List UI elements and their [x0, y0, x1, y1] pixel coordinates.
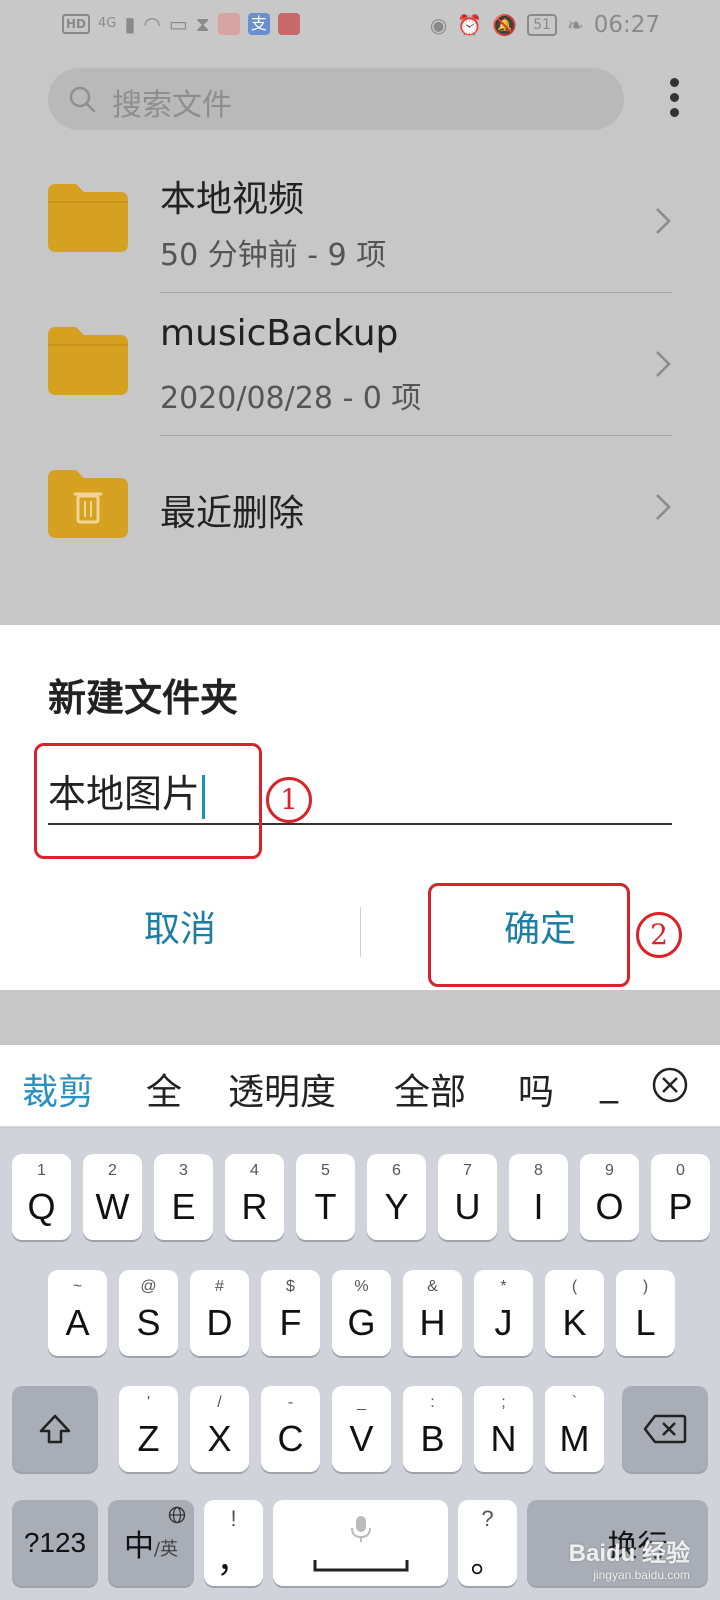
- folder-item-recently-deleted[interactable]: 最近删除: [0, 436, 720, 579]
- folder-list: 本地视频 50 分钟前 - 9 项 musicBackup 2020/08/28…: [0, 150, 720, 579]
- key-e[interactable]: 3E: [154, 1154, 213, 1240]
- key-i[interactable]: 8I: [509, 1154, 568, 1240]
- folder-icon: [48, 184, 128, 252]
- status-left-icons: HD 4G ▮ ◠ ▭ ⧗ 支: [62, 12, 300, 36]
- key-y[interactable]: 6Y: [367, 1154, 426, 1240]
- dialog-title: 新建文件夹: [48, 676, 239, 720]
- candidate-word[interactable]: 全: [146, 1063, 182, 1115]
- key-w[interactable]: 2W: [83, 1154, 142, 1240]
- key-b[interactable]: :B: [403, 1386, 462, 1472]
- folder-item-music-backup[interactable]: musicBackup 2020/08/28 - 0 项: [0, 293, 720, 436]
- key-f[interactable]: $ F: [261, 1270, 320, 1356]
- shift-icon: [39, 1414, 71, 1444]
- backspace-icon: [643, 1414, 687, 1444]
- comma-key[interactable]: ! ，: [204, 1500, 263, 1586]
- backspace-key[interactable]: [622, 1386, 708, 1472]
- eye-icon: ◉: [429, 13, 448, 37]
- search-icon: [69, 86, 96, 113]
- battery-icon: 51: [527, 14, 557, 36]
- chevron-right-icon: [656, 351, 671, 377]
- folder-meta: 2020/08/28 - 0 项: [160, 381, 422, 416]
- folder-item-local-video[interactable]: 本地视频 50 分钟前 - 9 项: [0, 150, 720, 293]
- sina-app-icon: [217, 13, 240, 35]
- key-s[interactable]: @ S: [119, 1270, 178, 1356]
- network-type: 4G: [98, 16, 117, 31]
- chevron-right-icon: [656, 494, 671, 520]
- status-bar: HD 4G ▮ ◠ ▭ ⧗ 支 ◉ ⏰ 🔕 51 ❧ 06:27: [0, 0, 720, 52]
- key-x[interactable]: / X: [190, 1386, 249, 1472]
- period-key[interactable]: ? 。: [458, 1500, 517, 1586]
- key-c[interactable]: -C: [261, 1386, 320, 1472]
- folder-icon: [48, 327, 128, 395]
- search-input[interactable]: 搜索文件: [112, 80, 232, 124]
- key-z[interactable]: ' Z: [119, 1386, 178, 1472]
- space-bar-icon: [313, 1560, 409, 1572]
- clock: 06:27: [593, 12, 660, 38]
- key-o[interactable]: 9O: [580, 1154, 639, 1240]
- more-options-icon[interactable]: [668, 78, 680, 118]
- shift-key[interactable]: [12, 1386, 98, 1472]
- folder-name: musicBackup: [160, 313, 399, 354]
- alarm-icon: ⏰: [457, 13, 483, 37]
- new-folder-dialog: 新建文件夹 本地图片 1 取消 确定 2: [0, 625, 720, 990]
- soft-keyboard: 1Q 2W 3E 4R 5T 6Y 7U 8I 9O 0P ~ A @ S # D $…: [0, 1128, 720, 1600]
- hourglass-icon: ⧗: [195, 12, 210, 36]
- key-n[interactable]: ; N: [474, 1386, 533, 1472]
- baidu-watermark: Baidu 经验 jingyan.baidu.com: [568, 1540, 690, 1582]
- key-p[interactable]: 0P: [651, 1154, 710, 1240]
- dim-overlay: [0, 990, 720, 1045]
- ime-candidate-bar: 裁剪 全 透明度 全部 吗 _: [0, 1045, 720, 1127]
- key-m[interactable]: ` M: [545, 1386, 604, 1472]
- annotation-box-input: [34, 743, 262, 859]
- key-r[interactable]: 4R: [225, 1154, 284, 1240]
- folder-name: 本地视频: [160, 179, 305, 220]
- key-q[interactable]: 1Q: [12, 1154, 71, 1240]
- microphone-icon: [351, 1516, 371, 1542]
- message-icon: ▭: [168, 12, 188, 36]
- annotation-number-1: 1: [266, 777, 312, 823]
- cancel-button[interactable]: 取消: [0, 885, 360, 975]
- candidate-word[interactable]: 吗: [518, 1063, 554, 1115]
- language-switch-key[interactable]: 中/英: [108, 1500, 194, 1586]
- trash-folder-icon: [48, 470, 128, 538]
- key-d[interactable]: # D: [190, 1270, 249, 1356]
- close-candidates-icon[interactable]: [650, 1065, 690, 1105]
- mute-icon: 🔕: [492, 13, 518, 37]
- chevron-right-icon: [656, 208, 671, 234]
- candidate-word[interactable]: 裁剪: [22, 1063, 94, 1115]
- key-h[interactable]: & H: [403, 1270, 462, 1356]
- annotation-box-confirm: [428, 883, 630, 987]
- candidate-word[interactable]: 透明度: [228, 1063, 336, 1115]
- folder-name: 最近删除: [160, 493, 305, 534]
- key-l[interactable]: ) L: [616, 1270, 675, 1356]
- key-t[interactable]: 5T: [296, 1154, 355, 1240]
- signal-icon: ▮: [124, 12, 136, 36]
- candidate-word[interactable]: 全部: [394, 1063, 466, 1115]
- key-k[interactable]: (K: [545, 1270, 604, 1356]
- huawei-app-icon: [277, 13, 300, 35]
- hd-icon: HD: [62, 14, 91, 34]
- key-v[interactable]: _ V: [332, 1386, 391, 1472]
- key-g[interactable]: % G: [332, 1270, 391, 1356]
- key-a[interactable]: ~ A: [48, 1270, 107, 1356]
- folder-meta: 50 分钟前 - 9 项: [160, 238, 387, 273]
- key-j[interactable]: * J: [474, 1270, 533, 1356]
- key-u[interactable]: 7U: [438, 1154, 497, 1240]
- status-right-icons: ◉ ⏰ 🔕 51 ❧ 06:27: [430, 12, 660, 38]
- leaf-icon: ❧: [566, 13, 584, 37]
- numbers-key[interactable]: ?123: [12, 1500, 98, 1586]
- annotation-number-2: 2: [636, 912, 682, 958]
- search-bar[interactable]: 搜索文件: [48, 68, 624, 130]
- space-key[interactable]: [273, 1500, 448, 1586]
- alipay-app-icon: 支: [247, 13, 270, 35]
- wifi-icon: ◠: [143, 12, 161, 36]
- candidate-word[interactable]: _: [600, 1063, 618, 1104]
